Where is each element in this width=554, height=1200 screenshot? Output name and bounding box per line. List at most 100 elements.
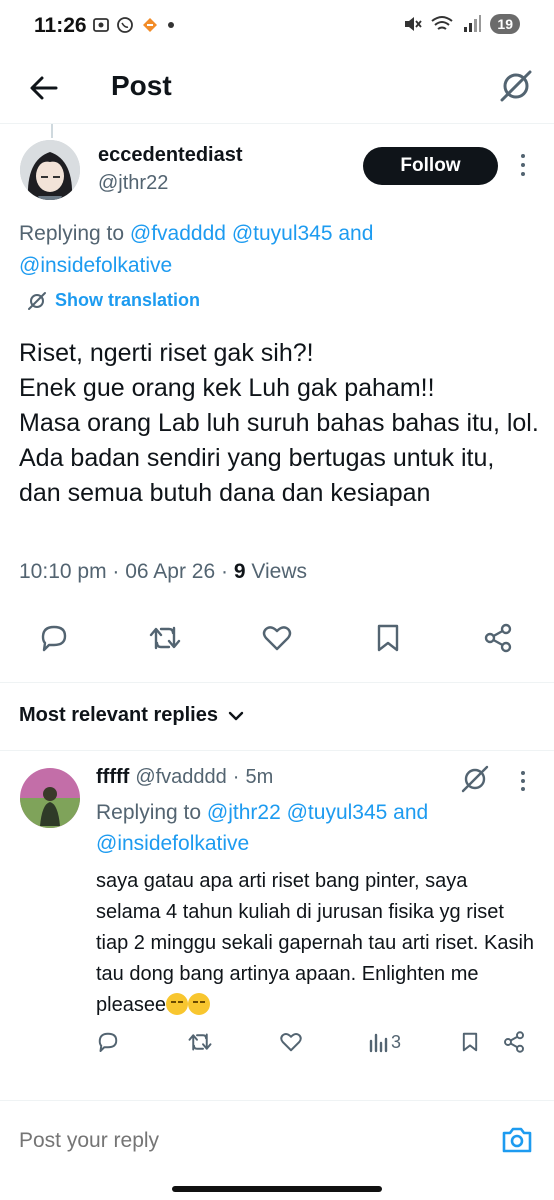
bookmark-icon — [462, 1032, 478, 1052]
more-vertical-icon — [521, 771, 525, 791]
reply-action-bar: 3 — [0, 1028, 554, 1060]
mute-icon — [405, 17, 423, 31]
reply-sort-selector[interactable]: Most relevant replies — [19, 704, 244, 727]
post-date[interactable]: 06 Apr 26 — [125, 560, 215, 583]
reply-composer — [0, 1100, 554, 1200]
bookmark-button[interactable] — [372, 622, 404, 654]
reply-text: saya gatau apa arti riset bang pinter, s… — [96, 866, 536, 1021]
reply-button[interactable] — [38, 622, 70, 654]
divider — [0, 682, 554, 683]
back-button[interactable] — [26, 70, 62, 106]
camera-button[interactable] — [500, 1123, 534, 1157]
post-text-line: Enek gue orang kek Luh gak paham!! — [19, 374, 435, 402]
reply-avatar[interactable] — [20, 768, 80, 828]
more-vertical-icon — [521, 154, 525, 176]
pleading-emoji-icon — [188, 993, 211, 1015]
status-bar: 11:26 19 — [0, 0, 554, 56]
avatar-anime-illustration — [20, 140, 80, 200]
app-notification-icon — [143, 18, 157, 32]
post-more-button[interactable] — [516, 152, 530, 178]
screenshot-icon — [93, 18, 109, 32]
mention-link[interactable]: @insidefolkative — [96, 832, 249, 855]
reply-more-button[interactable] — [516, 770, 530, 792]
reply-like-button[interactable] — [279, 1028, 303, 1056]
reply-reply-button[interactable] — [96, 1028, 120, 1056]
mention-link[interactable]: @fvadddd — [130, 222, 226, 245]
meta-separator: · — [112, 560, 120, 583]
reply-bookmark-button[interactable] — [459, 1028, 481, 1056]
battery-indicator: 19 — [490, 14, 520, 34]
status-notification-icons — [92, 16, 176, 34]
post-meta: 10:10 pm · 06 Apr 26 · 9 Views — [19, 560, 307, 584]
meta-separator: · — [232, 766, 240, 788]
reply-icon — [41, 625, 67, 652]
share-button[interactable] — [482, 622, 514, 654]
heart-icon — [280, 1033, 302, 1052]
bookmark-icon — [377, 624, 399, 652]
repost-icon — [149, 626, 181, 650]
replying-to: Replying to @fvadddd @tuyul345 and @insi… — [19, 218, 519, 282]
whatsapp-icon — [117, 17, 133, 33]
reply-icon — [98, 1032, 118, 1052]
wifi-icon — [431, 16, 454, 30]
unamused-emoji-icon — [166, 993, 189, 1015]
grok-button[interactable] — [498, 68, 534, 104]
divider — [0, 750, 554, 751]
author-avatar[interactable] — [20, 140, 80, 200]
reply-views-count: 3 — [391, 1031, 402, 1052]
views-count[interactable]: 9 — [234, 560, 246, 583]
show-translation-button[interactable]: Show translation — [27, 290, 200, 311]
reply-author-handle[interactable]: @fvadddd — [135, 766, 226, 789]
status-time: 11:26 — [34, 14, 87, 37]
home-indicator[interactable] — [172, 1186, 382, 1192]
replying-to-prefix: Replying to — [96, 801, 202, 824]
mention-link[interactable]: @insidefolkative — [19, 254, 172, 277]
reply-header: fffff @fvadddd · 5m — [96, 766, 273, 789]
author-name[interactable]: eccedentediast — [98, 144, 243, 167]
mention-link[interactable]: @tuyul345 — [232, 222, 333, 245]
signal-icon — [464, 15, 482, 32]
chevron-down-icon — [228, 711, 244, 720]
views-label[interactable]: Views — [251, 560, 307, 583]
camera-icon — [502, 1127, 532, 1153]
reply-replying-to: Replying to @jthr22 @tuyul345 and @insid… — [96, 797, 516, 859]
post-action-bar — [0, 622, 554, 662]
analytics-icon — [369, 1033, 388, 1053]
heart-icon — [262, 626, 292, 651]
avatar-photo — [20, 768, 80, 828]
post-time[interactable]: 10:10 pm — [19, 560, 107, 583]
mention-link[interactable]: @tuyul345 — [287, 801, 388, 824]
thread-connector — [51, 124, 53, 138]
arrow-left-icon — [30, 76, 58, 100]
grok-icon — [500, 70, 532, 102]
reply-author-name[interactable]: fffff — [96, 766, 129, 789]
reply-input[interactable] — [19, 1129, 459, 1153]
show-translation-label: Show translation — [55, 290, 201, 310]
reply-share-button[interactable] — [502, 1028, 526, 1056]
mention-and[interactable]: and — [393, 801, 428, 824]
follow-button[interactable]: Follow — [363, 147, 498, 185]
like-button[interactable] — [261, 622, 293, 654]
reply-sort-label: Most relevant replies — [19, 704, 218, 726]
reply-repost-button[interactable] — [187, 1028, 213, 1056]
repost-icon — [188, 1033, 212, 1051]
author-handle[interactable]: @jthr22 — [98, 172, 168, 195]
grok-icon — [28, 291, 46, 310]
post-text-line: Masa orang Lab luh suruh bahas bahas itu… — [19, 409, 539, 507]
reply-age[interactable]: 5m — [245, 766, 273, 789]
status-system-icons: 19 — [402, 14, 520, 34]
reply-grok-button[interactable] — [460, 764, 490, 794]
grok-icon — [461, 765, 489, 793]
dot-icon — [168, 22, 174, 28]
share-icon — [484, 623, 512, 653]
repost-button[interactable] — [148, 622, 181, 654]
post-text: Riset, ngerti riset gak sih?! Enek gue o… — [19, 336, 539, 511]
mention-and[interactable]: and — [338, 222, 373, 245]
post-text-line: Riset, ngerti riset gak sih?! — [19, 339, 314, 367]
reply-views-button[interactable]: 3 — [368, 1028, 401, 1056]
mention-link[interactable]: @jthr22 — [207, 801, 281, 824]
replying-to-prefix: Replying to — [19, 222, 125, 245]
reply-text-body: saya gatau apa arti riset bang pinter, s… — [96, 870, 535, 1016]
top-bar: Post — [0, 56, 554, 124]
share-icon — [504, 1031, 524, 1053]
